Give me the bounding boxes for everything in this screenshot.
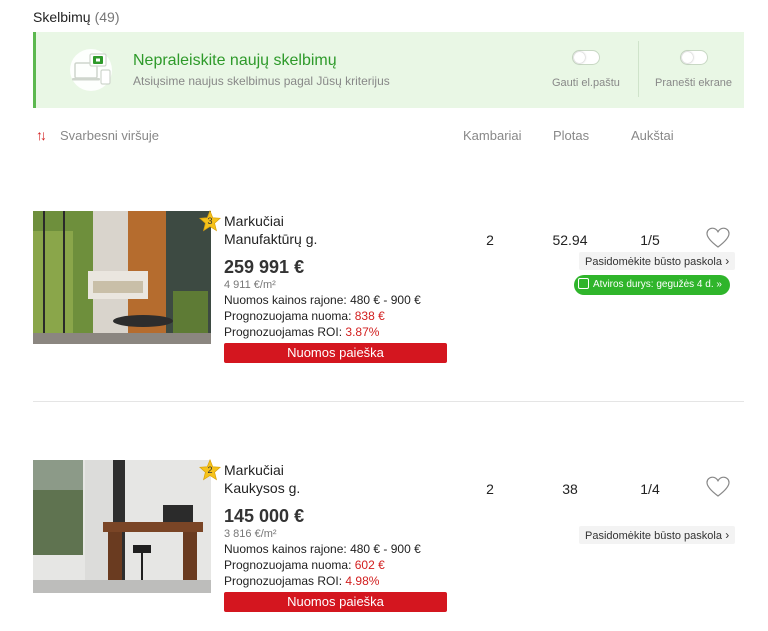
- rank-number: 3: [207, 216, 213, 226]
- listing-divider: [33, 401, 744, 402]
- forecast-roi: Prognozuojamas ROI: 4.98%: [224, 574, 379, 588]
- door-icon: [578, 278, 589, 289]
- favorite-heart-icon[interactable]: [706, 227, 730, 249]
- loan-link[interactable]: Pasidomėkite būsto paskola: [579, 526, 736, 544]
- listing-card[interactable]: 3 Markučiai Manufaktūrų g. 259 991 € 4 9…: [33, 210, 744, 371]
- column-area[interactable]: Plotas: [553, 128, 589, 143]
- listing-price: 259 991 €: [224, 257, 305, 277]
- open-doors-badge[interactable]: Atviros durys: gegužės 4 d. »: [574, 275, 730, 295]
- screen-toggle-block: Pranešti ekrane: [655, 50, 732, 89]
- notification-banner: Nepraleiskite naujų skelbimų Atsiųsime n…: [33, 32, 744, 108]
- listing-area: 52.94: [552, 232, 588, 248]
- column-floor[interactable]: Aukštai: [631, 128, 674, 143]
- toggle-divider: [638, 41, 639, 97]
- listing-floor: 1/4: [640, 481, 660, 497]
- listing-photo[interactable]: [33, 460, 211, 593]
- listing-street[interactable]: Kaukysos g.: [224, 480, 300, 496]
- screen-toggle[interactable]: [679, 50, 708, 65]
- email-toggle-label: Gauti el.paštu: [552, 77, 620, 89]
- sort-dropdown[interactable]: Svarbesni viršuje: [60, 128, 159, 143]
- forecast-roi-value: 3.87%: [345, 325, 380, 339]
- column-rooms[interactable]: Kambariai: [463, 128, 522, 143]
- loan-link[interactable]: Pasidomėkite būsto paskola: [579, 252, 736, 270]
- email-toggle[interactable]: [571, 50, 600, 65]
- listings-count: (49): [94, 9, 120, 25]
- notify-subtitle: Atsiųsime naujus skelbimus pagal Jūsų kr…: [133, 74, 390, 88]
- listing-district[interactable]: Markučiai: [224, 213, 284, 229]
- rent-range: Nuomos kainos rajone: 480 € - 900 €: [224, 293, 421, 307]
- rent-search-button[interactable]: Nuomos paieška: [224, 343, 447, 363]
- listing-price-per-sqm: 3 816 €/m²: [224, 528, 277, 540]
- rent-search-button[interactable]: Nuomos paieška: [224, 592, 447, 612]
- listing-street[interactable]: Manufaktūrų g.: [224, 231, 317, 247]
- forecast-rent-value: 838 €: [354, 309, 385, 323]
- listing-price: 145 000 €: [224, 506, 305, 526]
- listing-price-per-sqm: 4 911 €/m²: [224, 279, 276, 291]
- rent-range: Nuomos kainos rajone: 480 € - 900 €: [224, 542, 421, 556]
- rank-number: 2: [207, 465, 213, 475]
- open-doors-text: Atviros durys: gegužės 4 d. »: [593, 279, 722, 290]
- forecast-rent-value: 602 €: [354, 558, 385, 572]
- listings-title: Skelbimų: [33, 9, 91, 25]
- devices-illustration-icon: [70, 49, 112, 91]
- forecast-roi: Prognozuojamas ROI: 3.87%: [224, 325, 379, 339]
- sort-header-row: ↑↓ Svarbesni viršuje Kambariai Plotas Au…: [33, 127, 744, 143]
- listing-card[interactable]: 2 Markučiai Kaukysos g. 145 000 € 3 816 …: [33, 459, 744, 620]
- listing-district[interactable]: Markučiai: [224, 462, 284, 478]
- listing-rooms: 2: [486, 232, 494, 248]
- email-toggle-block: Gauti el.paštu: [552, 50, 620, 89]
- favorite-heart-icon[interactable]: [706, 476, 730, 498]
- notify-title: Nepraleiskite naujų skelbimų: [133, 52, 337, 69]
- listing-floor: 1/5: [640, 232, 660, 248]
- listing-photo[interactable]: [33, 211, 211, 344]
- listing-area: 38: [562, 481, 578, 497]
- forecast-rent: Prognozuojama nuoma: 838 €: [224, 309, 385, 323]
- forecast-rent: Prognozuojama nuoma: 602 €: [224, 558, 385, 572]
- forecast-roi-label: Prognozuojamas ROI:: [224, 325, 346, 339]
- forecast-rent-label: Prognozuojama nuoma:: [224, 558, 355, 572]
- listings-count-title: Skelbimų (49): [33, 9, 120, 25]
- forecast-roi-label: Prognozuojamas ROI:: [224, 574, 346, 588]
- screen-toggle-label: Pranešti ekrane: [655, 77, 733, 89]
- forecast-roi-value: 4.98%: [345, 574, 380, 588]
- listing-rooms: 2: [486, 481, 494, 497]
- sort-arrows-icon[interactable]: ↑↓: [36, 127, 47, 143]
- forecast-rent-label: Prognozuojama nuoma:: [224, 309, 355, 323]
